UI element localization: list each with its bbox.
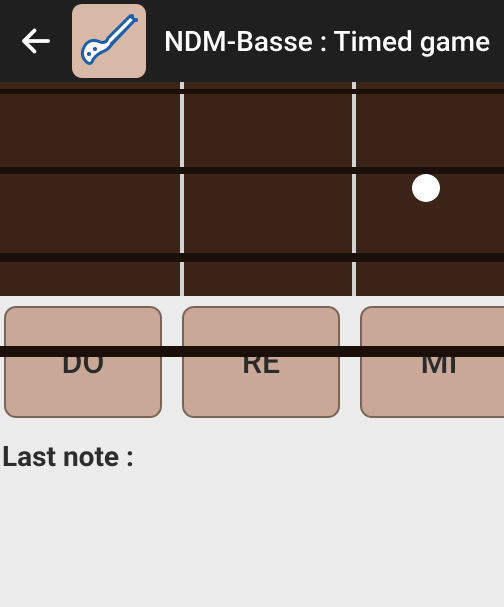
back-arrow-icon[interactable]: [18, 23, 54, 59]
app-header: NDM-Basse : Timed game: [0, 0, 504, 82]
note-button-do[interactable]: DO: [4, 306, 162, 418]
note-marker: [412, 174, 440, 202]
last-note-text: Last note :: [2, 440, 134, 473]
fretboard[interactable]: [0, 82, 504, 296]
last-note-label: Last note :: [0, 418, 504, 473]
note-button-mi[interactable]: MI: [360, 306, 504, 418]
note-buttons-row: DO RE MI: [0, 296, 504, 418]
note-button-re[interactable]: RE: [182, 306, 340, 418]
app-title: NDM-Basse : Timed game: [164, 25, 490, 58]
string-line: [0, 167, 504, 174]
fret-line: [352, 82, 356, 296]
app-logo-icon: [72, 4, 146, 78]
string-line: [0, 89, 504, 94]
string-line: [0, 253, 504, 262]
fret-line: [180, 82, 184, 296]
string-line: [0, 346, 504, 357]
